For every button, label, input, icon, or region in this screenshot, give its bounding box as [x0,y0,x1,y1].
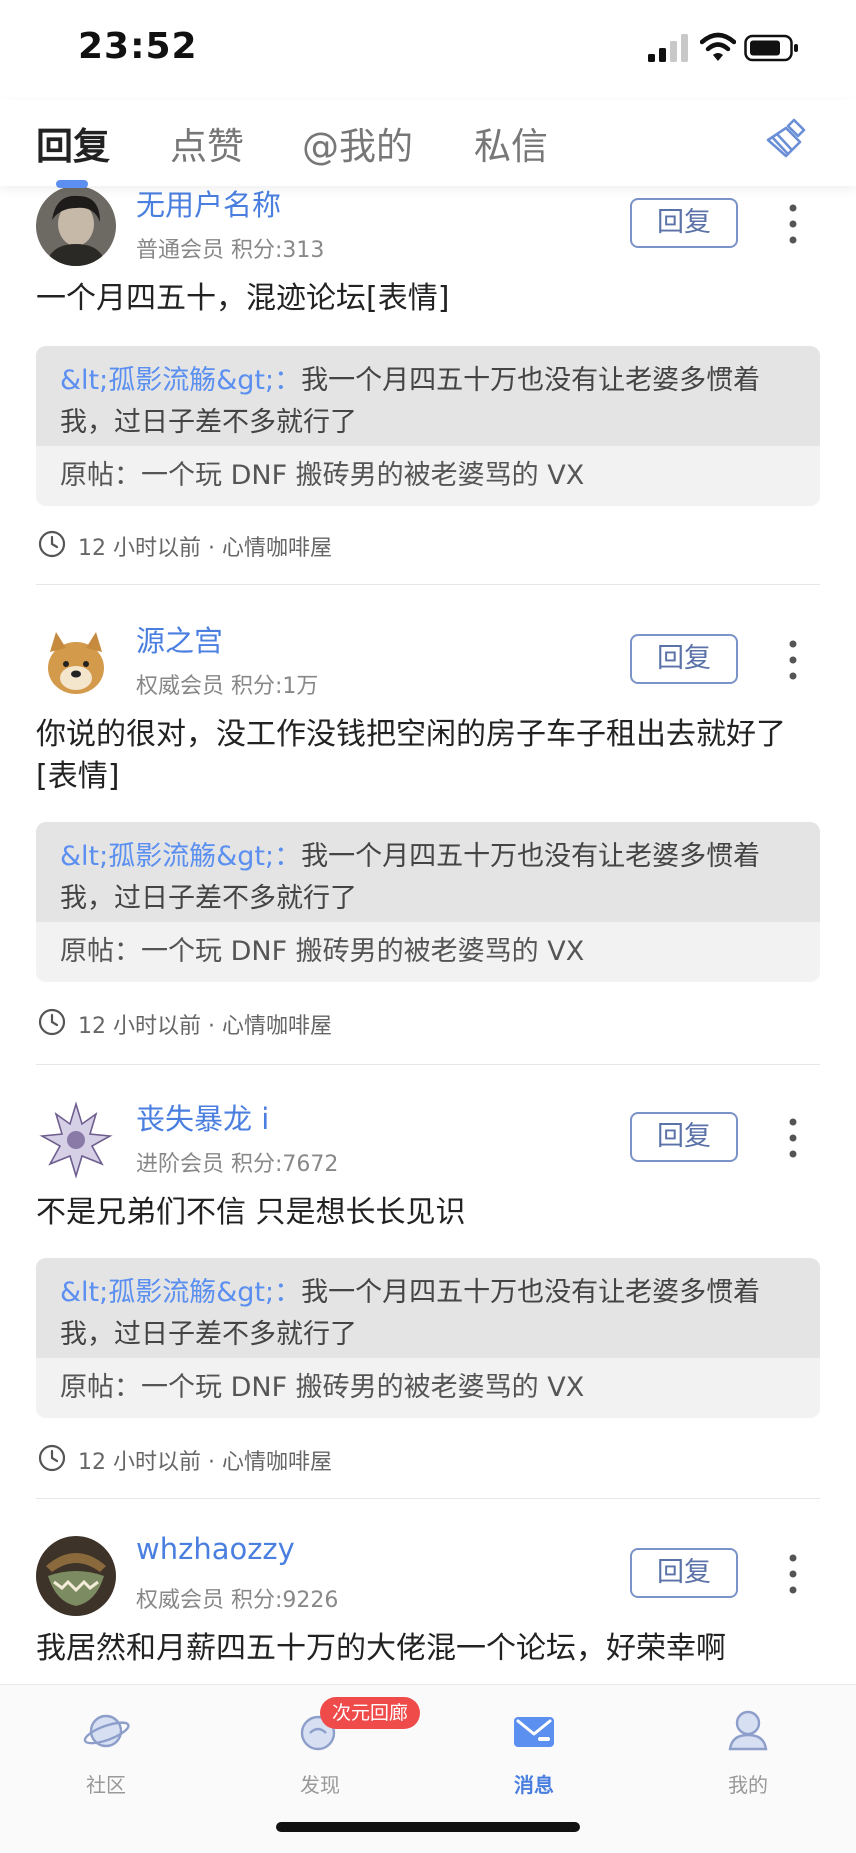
clock-icon [38,1008,66,1036]
username[interactable]: 源之宫 [136,618,223,660]
forum-name[interactable]: 心情咖啡屋 [222,1450,332,1475]
member-rank: 权威会员 [136,1588,225,1613]
status-time: 23:52 [78,26,198,67]
user-points: 积分:313 [231,238,325,263]
reply-content: 我居然和月薪四五十万的大佬混一个论坛，好荣幸啊 [36,1631,726,1666]
tab-mentions[interactable]: @我的 [302,116,413,170]
nav-messages-label: 消息 [514,1773,554,1797]
user-points: 积分:7672 [231,1152,339,1177]
username[interactable]: whzhaozzy [136,1532,295,1566]
reply-content: 一个月四五十，混迹论坛[表情] [36,281,450,316]
quoted-comment[interactable]: &lt;孤影流觞&gt;：我一个月四五十万也没有让老婆多惯着我，过日子差不多就行… [36,822,820,930]
planet-icon [83,1714,130,1748]
battery-icon [744,34,798,62]
reply-button[interactable]: 回复 [630,1112,738,1162]
user-meta: 进阶会员 积分:7672 [136,1146,338,1178]
clock-icon [38,1444,66,1472]
original-post-link[interactable]: 原帖：一个玩 DNF 搬砖男的被老婆骂的 VX [36,446,820,506]
forum-name[interactable]: 心情咖啡屋 [222,1014,332,1039]
nav-discover-label: 发现 [300,1773,340,1797]
divider [36,584,820,585]
forum-name[interactable]: 心情咖啡屋 [222,536,332,561]
reply-button[interactable]: 回复 [630,1548,738,1598]
divider [36,1498,820,1499]
tab-likes[interactable]: 点赞 [170,116,244,170]
quoted-author[interactable]: &lt;孤影流觞&gt;： [60,1277,301,1308]
reply-button[interactable]: 回复 [630,634,738,684]
member-rank: 进阶会员 [136,1152,225,1177]
username[interactable]: 无用户名称 [136,186,281,224]
avatar[interactable] [36,1536,116,1616]
home-indicator[interactable] [276,1822,580,1832]
quoted-comment[interactable]: &lt;孤影流觞&gt;：我一个月四五十万也没有让老婆多惯着我，过日子差不多就行… [36,346,820,454]
tab-replies[interactable]: 回复 [36,116,110,170]
tab-private-messages[interactable]: 私信 [474,116,548,170]
user-meta: 权威会员 积分:9226 [136,1582,338,1614]
nav-profile-label: 我的 [728,1773,768,1797]
message-tabs: 回复 点赞 @我的 私信 [0,100,856,186]
more-options-icon[interactable] [780,1116,806,1160]
reply-feed: 无用户名称 普通会员 积分:313 回复 一个月四五十，混迹论坛[表情] &lt… [0,186,856,1684]
active-tab-indicator [56,180,88,188]
original-post-link[interactable]: 原帖：一个玩 DNF 搬砖男的被老婆骂的 VX [36,1358,820,1418]
clear-all-broom-icon[interactable] [764,116,810,162]
member-rank: 普通会员 [136,238,225,263]
more-options-icon[interactable] [780,638,806,682]
user-points: 积分:9226 [231,1588,339,1613]
meta-separator: · [208,1014,215,1039]
avatar[interactable] [36,622,116,702]
quoted-author[interactable]: &lt;孤影流觞&gt;： [60,365,301,396]
original-post-link[interactable]: 原帖：一个玩 DNF 搬砖男的被老婆骂的 VX [36,922,820,982]
cellular-signal-icon [648,34,688,62]
nav-messages[interactable]: 消息 [474,1701,594,1801]
user-meta: 权威会员 积分:1万 [136,668,318,700]
clock-icon [38,530,66,558]
profile-icon [728,1710,768,1751]
mail-icon [514,1717,554,1747]
quoted-author[interactable]: &lt;孤影流觞&gt;： [60,841,301,872]
divider [36,1064,820,1065]
avatar[interactable] [36,1100,116,1180]
discover-badge: 次元回廊 [320,1697,421,1729]
status-bar: 23:52 [0,0,856,100]
nav-community-label: 社区 [86,1773,126,1797]
meta-separator: · [208,536,215,561]
reply-content: 你说的很对，没工作没钱把空闲的房子车子租出去就好了[表情] [36,717,786,794]
reply-time: 12 小时以前 [78,536,201,561]
user-points: 积分:1万 [231,674,319,699]
quoted-comment[interactable]: &lt;孤影流觞&gt;：我一个月四五十万也没有让老婆多惯着我，过日子差不多就行… [36,1258,820,1366]
username[interactable]: 丧失暴龙 i [136,1096,269,1138]
nav-profile[interactable]: 我的 [688,1701,808,1801]
reply-button[interactable]: 回复 [630,198,738,248]
avatar[interactable] [36,186,116,266]
more-options-icon[interactable] [780,202,806,246]
more-options-icon[interactable] [780,1552,806,1596]
member-rank: 权威会员 [136,674,225,699]
nav-community[interactable]: 社区 [46,1701,166,1801]
wifi-icon [700,32,736,61]
reply-time: 12 小时以前 [78,1450,201,1475]
reply-content: 不是兄弟们不信 只是想长长见识 [36,1195,466,1230]
meta-separator: · [208,1450,215,1475]
user-meta: 普通会员 积分:313 [136,232,324,264]
reply-time: 12 小时以前 [78,1014,201,1039]
